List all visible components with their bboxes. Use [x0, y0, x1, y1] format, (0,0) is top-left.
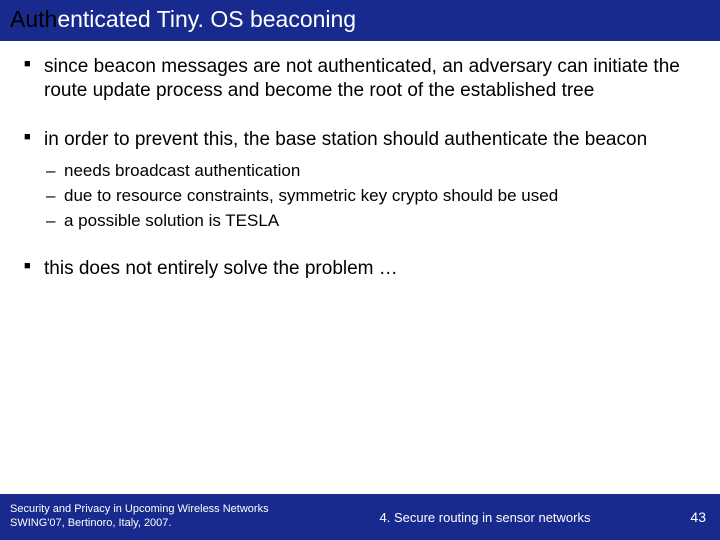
title-prefix: Auth: [10, 6, 57, 32]
footer-line1: Security and Privacy in Upcoming Wireles…: [10, 503, 290, 517]
footer-center: 4. Secure routing in sensor networks: [300, 510, 670, 525]
slide-title: Authenticated Tiny. OS beaconing: [0, 0, 720, 41]
bullet-text: in order to prevent this, the base stati…: [44, 129, 647, 150]
bullet-text: since beacon messages are not authentica…: [44, 56, 680, 101]
title-rest: enticated Tiny. OS beaconing: [57, 6, 356, 32]
bullet-item: this does not entirely solve the problem…: [22, 257, 698, 281]
sub-text: due to resource constraints, symmetric k…: [64, 186, 558, 205]
bullet-item: since beacon messages are not authentica…: [22, 55, 698, 104]
slide-content: since beacon messages are not authentica…: [0, 41, 720, 540]
bullet-list: since beacon messages are not authentica…: [22, 55, 698, 281]
slide: Authenticated Tiny. OS beaconing since b…: [0, 0, 720, 540]
sub-item: due to resource constraints, symmetric k…: [44, 185, 698, 208]
sub-text: a possible solution is TESLA: [64, 211, 279, 230]
footer-line2: SWING'07, Bertinoro, Italy, 2007.: [10, 517, 290, 531]
sub-item: needs broadcast authentication: [44, 160, 698, 183]
page-number: 43: [670, 509, 720, 525]
sub-item: a possible solution is TESLA: [44, 210, 698, 233]
sub-list: needs broadcast authentication due to re…: [44, 160, 698, 233]
bullet-item: in order to prevent this, the base stati…: [22, 128, 698, 233]
footer-bar: Security and Privacy in Upcoming Wireles…: [0, 494, 720, 540]
sub-text: needs broadcast authentication: [64, 161, 300, 180]
bullet-text: this does not entirely solve the problem…: [44, 258, 398, 279]
footer-left: Security and Privacy in Upcoming Wireles…: [0, 497, 300, 537]
